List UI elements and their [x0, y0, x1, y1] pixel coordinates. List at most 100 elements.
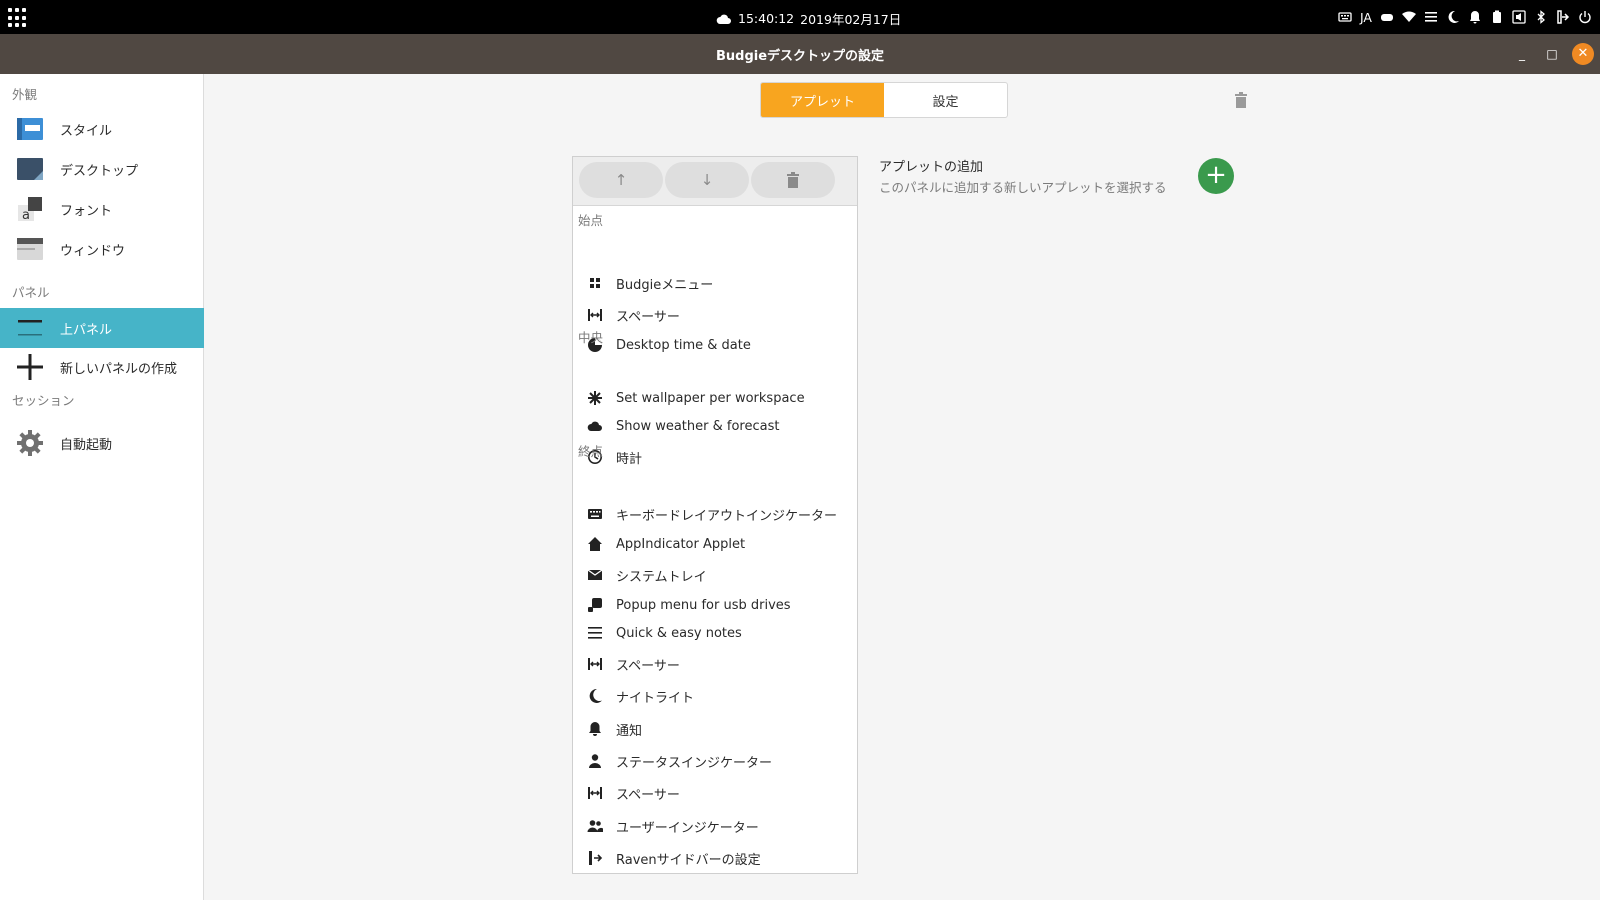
applet-label: スペーサー: [616, 658, 680, 674]
power-icon[interactable]: [1578, 10, 1592, 24]
spacer-icon: [587, 307, 603, 323]
applet-row[interactable]: Ravenサイドバーの設定: [573, 844, 857, 872]
applet-row[interactable]: AppIndicator Applet: [573, 530, 857, 558]
sidebar-item-autostart[interactable]: 自動起動: [0, 424, 204, 462]
applet-row[interactable]: ナイトライト: [573, 682, 857, 710]
sidebar-item-top-panel[interactable]: 上パネル: [0, 308, 204, 348]
raven-icon: [587, 850, 603, 866]
clock-area[interactable]: 15:40:12 2019年02月17日: [716, 9, 901, 28]
home-icon: [587, 536, 603, 552]
sidebar-item-new-panel[interactable]: 新しいパネルの作成: [0, 348, 204, 386]
applet-label: Set wallpaper per workspace: [616, 390, 805, 406]
applet-label: スペーサー: [616, 787, 680, 803]
settings-window: 外観 スタイル デスクトップ a フォント ウィンドウ パネル 上パネル 新しい…: [0, 74, 1600, 900]
sidebar-item-fonts[interactable]: a フォント: [0, 190, 204, 228]
group-label-start: 始点: [578, 213, 604, 228]
applet-row[interactable]: 時計: [573, 443, 857, 471]
applet-label: Show weather & forecast: [616, 418, 780, 434]
sidebar-item-windows[interactable]: ウィンドウ: [0, 230, 204, 268]
sidebar-item-desktop[interactable]: デスクトップ: [0, 150, 204, 188]
sidebar-item-label: 新しいパネルの作成: [60, 361, 178, 377]
applet-label: ユーザーインジケーター: [616, 820, 759, 836]
applet-row[interactable]: スペーサー: [573, 650, 857, 678]
move-down-button[interactable]: ↓: [665, 162, 749, 198]
grid-icon: [587, 275, 603, 291]
app-grid-icon[interactable]: [8, 8, 28, 28]
applet-row[interactable]: Quick & easy notes: [573, 619, 857, 647]
applet-list-toolbar: ↑ ↓: [573, 157, 857, 206]
applet-list: ↑ ↓ 始点 Budgieメニュー スペーサー Desktop time & date…: [572, 156, 858, 874]
volume-icon[interactable]: [1512, 10, 1526, 24]
sidebar-item-label: 上パネル: [60, 322, 113, 338]
maximize-button[interactable]: □: [1542, 44, 1562, 64]
font-icon: a: [18, 197, 42, 223]
tab-applets[interactable]: アプレット: [761, 83, 884, 117]
applet-label: キーボードレイアウトインジケーター: [616, 508, 838, 524]
add-applet-title: アプレットの追加: [879, 160, 984, 175]
keyboard-icon[interactable]: [1338, 10, 1352, 24]
delete-panel-trash-icon[interactable]: [1234, 92, 1248, 108]
applet-label: 時計: [616, 451, 643, 467]
asterisk-icon: [587, 390, 603, 406]
spacer-icon: [587, 656, 603, 672]
raven-icon[interactable]: [1556, 10, 1570, 24]
applet-label: AppIndicator Applet: [616, 536, 746, 552]
sidebar-header-session: セッション: [12, 393, 75, 408]
group-label-end: 終点: [578, 444, 604, 459]
group-label-center: 中央: [578, 330, 604, 345]
applet-row[interactable]: スペーサー: [573, 779, 857, 807]
applet-row[interactable]: ステータスインジケーター: [573, 747, 857, 775]
moon-icon[interactable]: [1446, 10, 1460, 24]
applet-label: Popup menu for usb drives: [616, 597, 791, 613]
add-applet-button[interactable]: +: [1198, 158, 1234, 194]
battery-icon[interactable]: [1490, 10, 1504, 24]
sidebar-item-label: ウィンドウ: [60, 243, 126, 259]
style-icon: [17, 118, 43, 140]
applet-row[interactable]: スペーサー: [573, 301, 857, 329]
applet-row[interactable]: Popup menu for usb drives: [573, 591, 857, 619]
applet-label: Ravenサイドバーの設定: [616, 852, 761, 868]
svg-text:a: a: [22, 208, 30, 223]
applet-label: システムトレイ: [616, 569, 707, 585]
bluetooth-icon[interactable]: [1534, 10, 1548, 24]
applet-row[interactable]: Desktop time & date: [573, 331, 857, 359]
applet-label: ステータスインジケーター: [616, 755, 773, 771]
applet-row[interactable]: システムトレイ: [573, 561, 857, 589]
move-up-button[interactable]: ↑: [579, 162, 663, 198]
notes-icon[interactable]: [1424, 10, 1438, 24]
window-title: Budgieデスクトップの設定: [715, 49, 885, 64]
applet-label: Desktop time & date: [616, 337, 751, 353]
sidebar-item-label: フォント: [60, 203, 113, 219]
applet-row[interactable]: ユーザーインジケーター: [573, 812, 857, 840]
usb-drive-icon[interactable]: [1380, 10, 1394, 24]
remove-applet-button[interactable]: [751, 162, 835, 198]
sidebar-item-style[interactable]: スタイル: [0, 110, 204, 148]
applet-row[interactable]: Budgieメニュー: [573, 269, 857, 297]
gear-icon: [17, 430, 43, 456]
keyboard-layout[interactable]: JA: [1360, 10, 1372, 25]
moon-icon: [587, 688, 603, 704]
cloud-icon: [716, 14, 731, 24]
person-icon: [587, 753, 603, 769]
bell-icon: [587, 721, 603, 737]
close-button[interactable]: ✕: [1572, 43, 1594, 65]
plus-icon: [17, 354, 43, 380]
minimize-button[interactable]: _: [1512, 44, 1532, 64]
sidebar: 外観 スタイル デスクトップ a フォント ウィンドウ パネル 上パネル 新しい…: [0, 74, 204, 900]
applet-row[interactable]: キーボードレイアウトインジケーター: [573, 500, 857, 528]
users-icon: [587, 818, 603, 834]
tab-settings[interactable]: 設定: [884, 83, 1007, 117]
bell-icon[interactable]: [1468, 10, 1482, 24]
cloud-icon: [587, 418, 603, 434]
applet-row[interactable]: Set wallpaper per workspace: [573, 384, 857, 412]
view-switcher: アプレット 設定: [760, 82, 1008, 118]
clock-date: 2019年02月17日: [800, 12, 902, 27]
window-titlebar: Budgieデスクトップの設定 _ □ ✕: [0, 34, 1600, 74]
keyboard-icon: [587, 506, 603, 522]
wifi-icon[interactable]: [1402, 10, 1416, 24]
sidebar-item-label: デスクトップ: [60, 163, 139, 179]
applet-row[interactable]: 通知: [573, 715, 857, 743]
applet-row[interactable]: Show weather & forecast: [573, 412, 857, 440]
sidebar-header-panels: パネル: [12, 285, 50, 300]
applet-label: ナイトライト: [616, 690, 695, 706]
